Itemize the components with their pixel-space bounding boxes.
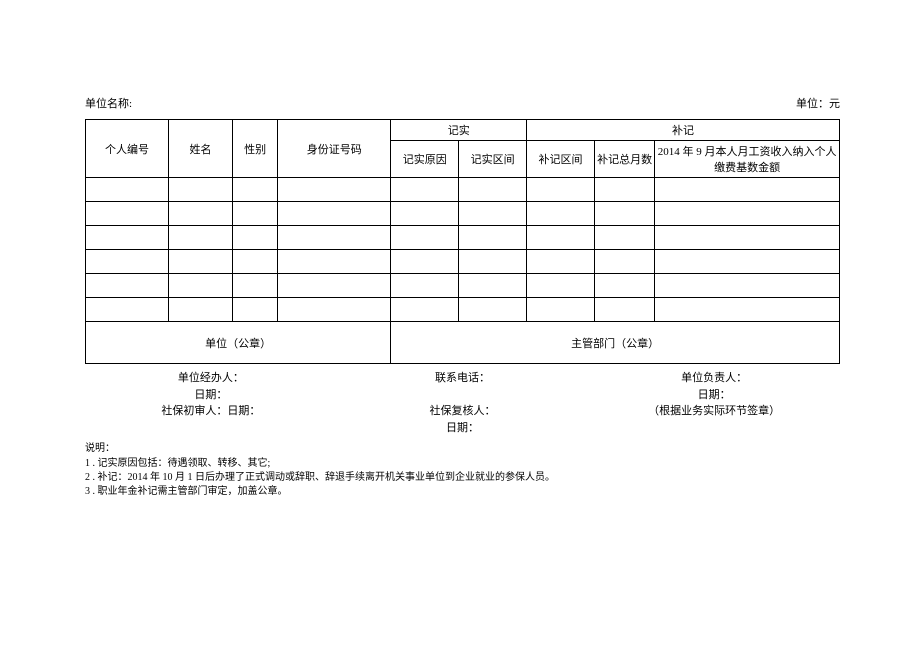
col-supp-income: 2014 年 9 月本人月工资收入纳入个人缴费基数金额	[655, 141, 840, 178]
col-idnum: 身份证号码	[278, 120, 391, 178]
contact: 联系电话：	[337, 370, 589, 387]
org-name-label: 单位名称:	[85, 95, 132, 111]
ss-date: 日期：	[337, 420, 589, 437]
note-3: 3 . 职业年金补记需主管部门审定，加盖公章。	[85, 485, 840, 499]
header-row: 单位名称: 单位：元	[85, 95, 840, 111]
date-1: 日期：	[85, 387, 337, 404]
table-row	[86, 178, 840, 202]
ss-first: 社保初审人：日期：	[85, 403, 337, 420]
unit-label: 单位：元	[796, 95, 840, 111]
sig-note: （根据业务实际环节签章）	[588, 403, 840, 420]
col-record-period: 记实区间	[459, 141, 527, 178]
seal-org: 单位（公章）	[86, 322, 391, 364]
note-2: 2 . 补记：2014 年 10 月 1 日后办理了正式调动或辞职、辞退手续离开…	[85, 471, 840, 485]
seal-dept: 主管部门（公章）	[391, 322, 840, 364]
table-row	[86, 250, 840, 274]
col-record-group: 记实	[391, 120, 527, 141]
org-handler: 单位经办人：	[85, 370, 337, 387]
col-supp-period: 补记区间	[527, 141, 595, 178]
col-gender: 性别	[233, 120, 278, 178]
col-supp-months: 补记总月数	[594, 141, 654, 178]
note-1: 1 . 记实原因包括：待遇领取、转移、其它;	[85, 457, 840, 471]
table-row	[86, 202, 840, 226]
ss-review: 社保复核人：	[337, 403, 589, 420]
table-row	[86, 274, 840, 298]
main-table: 个人编号 姓名 性别 身份证号码 记实 补记 记实原因 记实区间 补记区间 补记…	[85, 119, 840, 364]
table-row	[86, 298, 840, 322]
seal-row: 单位（公章） 主管部门（公章）	[86, 322, 840, 364]
col-record-reason: 记实原因	[391, 141, 459, 178]
table-row	[86, 226, 840, 250]
notes-section: 说明： 1 . 记实原因包括：待遇领取、转移、其它; 2 . 补记：2014 年…	[85, 442, 840, 499]
date-2: 日期：	[588, 387, 840, 404]
col-name: 姓名	[168, 120, 232, 178]
signature-section: 单位经办人： 日期： 社保初审人：日期： 联系电话： 社保复核人： 日期： 单位…	[85, 370, 840, 436]
col-supp-group: 补记	[527, 120, 840, 141]
col-id: 个人编号	[86, 120, 169, 178]
notes-title: 说明：	[85, 442, 840, 456]
org-lead: 单位负责人：	[588, 370, 840, 387]
